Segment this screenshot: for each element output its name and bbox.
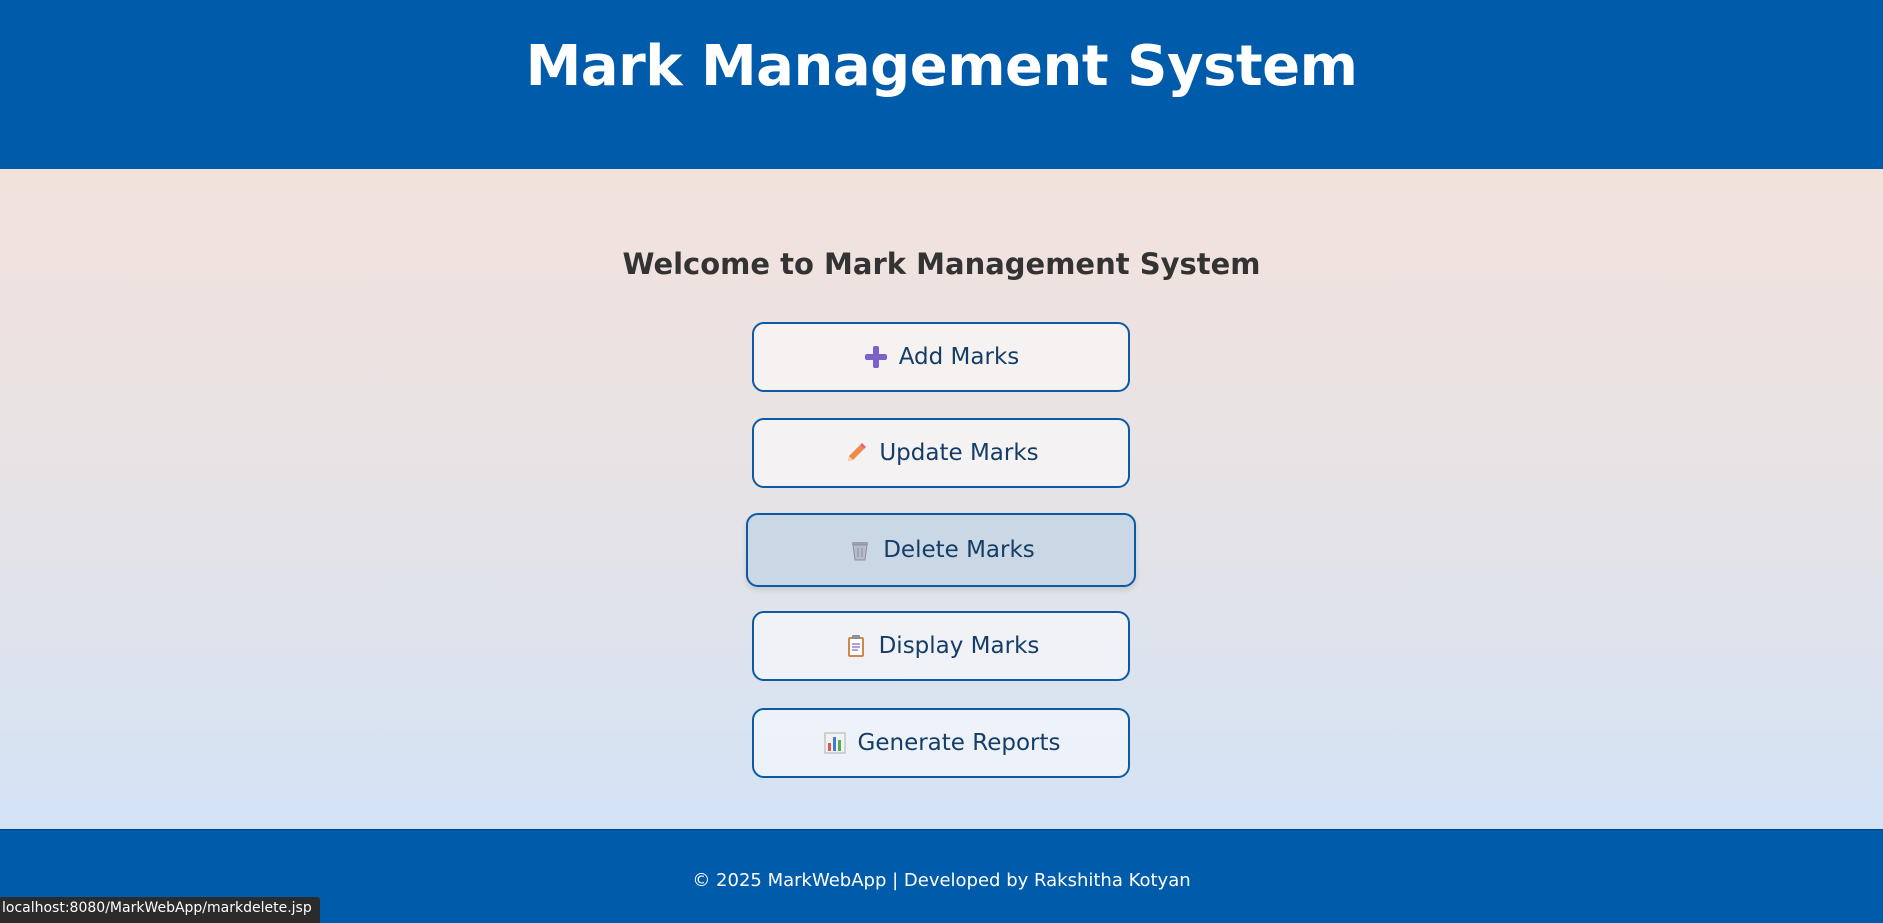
clipboard-icon — [843, 633, 869, 659]
delete-marks-label: Delete Marks — [883, 537, 1035, 563]
trash-icon — [847, 537, 873, 563]
bar-chart-icon — [822, 730, 848, 756]
add-marks-button[interactable]: Add Marks — [752, 322, 1130, 392]
browser-status-url: localhost:8080/MarkWebApp/markdelete.jsp — [0, 897, 320, 923]
main-content: Welcome to Mark Management System Add Ma… — [0, 169, 1883, 829]
generate-reports-button[interactable]: Generate Reports — [752, 708, 1130, 778]
display-marks-label: Display Marks — [878, 633, 1040, 659]
generate-reports-label: Generate Reports — [857, 730, 1061, 756]
welcome-heading: Welcome to Mark Management System — [622, 247, 1261, 281]
update-marks-label: Update Marks — [879, 440, 1039, 466]
display-marks-button[interactable]: Display Marks — [752, 611, 1130, 681]
page-header: Mark Management System — [0, 0, 1883, 169]
delete-marks-button[interactable]: Delete Marks — [746, 513, 1136, 587]
update-marks-button[interactable]: Update Marks — [752, 418, 1130, 488]
footer-text: © 2025 MarkWebApp | Developed by Rakshit… — [692, 870, 1191, 891]
page-title: Mark Management System — [525, 34, 1358, 99]
pencil-icon — [843, 440, 869, 466]
add-marks-label: Add Marks — [898, 344, 1020, 370]
plus-icon — [863, 344, 889, 370]
